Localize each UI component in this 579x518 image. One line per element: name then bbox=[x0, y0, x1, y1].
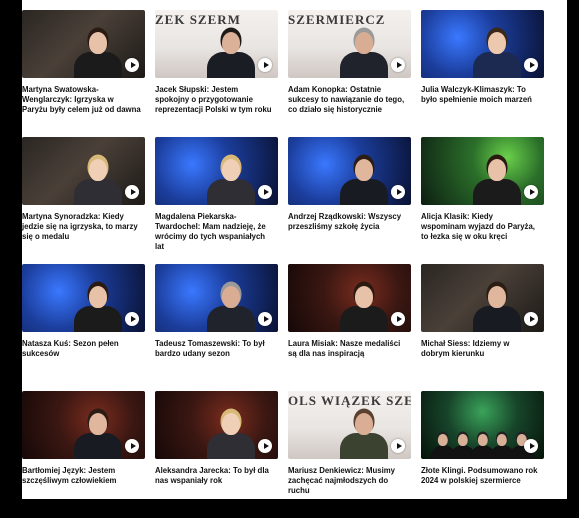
video-thumbnail[interactable]: ZEK SZERM bbox=[155, 10, 278, 78]
video-title-link[interactable]: Mariusz Denkiewicz: Musimy zachęcać najm… bbox=[288, 466, 411, 496]
video-thumbnail[interactable] bbox=[288, 264, 411, 332]
video-title-link[interactable]: Martyna Swatowska-Wenglarczyk: Igrzyska … bbox=[22, 85, 145, 115]
person-figure bbox=[207, 409, 256, 459]
play-icon[interactable] bbox=[524, 312, 538, 326]
play-icon[interactable] bbox=[125, 439, 139, 453]
person-figure bbox=[340, 28, 389, 78]
video-title-link[interactable]: Michał Siess: Idziemy w dobrym kierunku bbox=[421, 339, 544, 359]
video-title-link[interactable]: Alicja Klasik: Kiedy wspominam wyjazd do… bbox=[421, 212, 544, 242]
play-icon[interactable] bbox=[391, 439, 405, 453]
video-card[interactable]: SZERMIERCZ Adam Konopka: Ostatnie sukcesy… bbox=[288, 10, 411, 130]
play-icon[interactable] bbox=[258, 312, 272, 326]
video-thumbnail[interactable] bbox=[22, 391, 145, 459]
video-title-link[interactable]: Tadeusz Tomaszewski: To był bardzo udany… bbox=[155, 339, 278, 359]
play-icon[interactable] bbox=[391, 312, 405, 326]
play-icon[interactable] bbox=[258, 58, 272, 72]
video-card[interactable]: Złote Klingi. Podsumowano rok 2024 w pol… bbox=[421, 391, 544, 511]
video-card[interactable]: Tadeusz Tomaszewski: To był bardzo udany… bbox=[155, 264, 278, 384]
video-title-link[interactable]: Adam Konopka: Ostatnie sukcesy to nawiąz… bbox=[288, 85, 411, 115]
video-thumbnail[interactable] bbox=[421, 391, 544, 459]
person-figure bbox=[473, 282, 522, 332]
video-card[interactable]: Michał Siess: Idziemy w dobrym kierunku bbox=[421, 264, 544, 384]
person-figure bbox=[340, 409, 389, 459]
play-icon[interactable] bbox=[391, 58, 405, 72]
play-icon[interactable] bbox=[258, 439, 272, 453]
video-thumbnail[interactable] bbox=[288, 137, 411, 205]
video-card[interactable]: Martyna Synoradzka: Kiedy jedzie się na … bbox=[22, 137, 145, 257]
video-title-link[interactable]: Julia Walczyk-Klimaszyk: To było spełnie… bbox=[421, 85, 544, 105]
video-thumbnail[interactable] bbox=[22, 10, 145, 78]
person-figure bbox=[473, 155, 522, 205]
video-thumbnail[interactable] bbox=[421, 137, 544, 205]
video-thumbnail[interactable] bbox=[155, 264, 278, 332]
video-title-link[interactable]: Aleksandra Jarecka: To był dla nas wspan… bbox=[155, 466, 278, 486]
video-card[interactable]: Alicja Klasik: Kiedy wspominam wyjazd do… bbox=[421, 137, 544, 257]
video-thumbnail[interactable]: SZERMIERCZ bbox=[288, 10, 411, 78]
play-icon[interactable] bbox=[125, 58, 139, 72]
video-card[interactable]: OLS WIĄZEK SZERMI Mariusz Denkiewicz: Mus… bbox=[288, 391, 411, 511]
video-card[interactable]: Natasza Kuś: Sezon pełen sukcesów bbox=[22, 264, 145, 384]
person-figure bbox=[340, 155, 389, 205]
video-card[interactable]: Laura Misiak: Nasze medaliści są dla nas… bbox=[288, 264, 411, 384]
person-figure bbox=[207, 155, 256, 205]
play-icon[interactable] bbox=[524, 185, 538, 199]
video-card[interactable]: ZEK SZERM Jacek Słupski: Jestem spokojny … bbox=[155, 10, 278, 130]
video-title-link[interactable]: Jacek Słupski: Jestem spokojny o przygot… bbox=[155, 85, 278, 115]
video-title-link[interactable]: Natasza Kuś: Sezon pełen sukcesów bbox=[22, 339, 145, 359]
video-title-link[interactable]: Bartłomiej Język: Jestem szczęśliwym czł… bbox=[22, 466, 145, 486]
video-card[interactable]: Bartłomiej Język: Jestem szczęśliwym czł… bbox=[22, 391, 145, 511]
video-title-link[interactable]: Złote Klingi. Podsumowano rok 2024 w pol… bbox=[421, 466, 544, 486]
person-figure bbox=[74, 28, 123, 78]
video-title-link[interactable]: Martyna Synoradzka: Kiedy jedzie się na … bbox=[22, 212, 145, 242]
play-icon[interactable] bbox=[524, 58, 538, 72]
play-icon[interactable] bbox=[524, 439, 538, 453]
play-icon[interactable] bbox=[125, 312, 139, 326]
banner-text: SZERMIERCZ bbox=[288, 12, 386, 27]
person-figure bbox=[74, 282, 123, 332]
video-card[interactable]: Magdalena Piekarska-Twardochel: Mam nadz… bbox=[155, 137, 278, 257]
video-card[interactable]: Martyna Swatowska-Wenglarczyk: Igrzyska … bbox=[22, 10, 145, 130]
video-title-link[interactable]: Magdalena Piekarska-Twardochel: Mam nadz… bbox=[155, 212, 278, 252]
banner-text: OLS WIĄZEK SZERMI bbox=[288, 393, 411, 408]
video-thumbnail[interactable] bbox=[155, 137, 278, 205]
play-icon[interactable] bbox=[391, 185, 405, 199]
video-thumbnail[interactable] bbox=[22, 137, 145, 205]
banner-text: ZEK SZERM bbox=[155, 12, 241, 27]
video-thumbnail[interactable] bbox=[421, 10, 544, 78]
video-title-link[interactable]: Laura Misiak: Nasze medaliści są dla nas… bbox=[288, 339, 411, 359]
video-thumbnail[interactable] bbox=[22, 264, 145, 332]
person-figure bbox=[74, 409, 123, 459]
play-icon[interactable] bbox=[125, 185, 139, 199]
person-figure bbox=[340, 282, 389, 332]
video-card[interactable]: Andrzej Rządkowski: Wszyscy przeszliśmy … bbox=[288, 137, 411, 257]
person-figure bbox=[207, 282, 256, 332]
video-title-link[interactable]: Andrzej Rządkowski: Wszyscy przeszliśmy … bbox=[288, 212, 411, 232]
person-figure bbox=[74, 155, 123, 205]
video-thumbnail[interactable] bbox=[155, 391, 278, 459]
video-thumbnail[interactable] bbox=[421, 264, 544, 332]
video-grid: Martyna Swatowska-Wenglarczyk: Igrzyska … bbox=[22, 10, 546, 518]
person-figure bbox=[473, 28, 522, 78]
video-card[interactable]: Julia Walczyk-Klimaszyk: To było spełnie… bbox=[421, 10, 544, 130]
play-icon[interactable] bbox=[258, 185, 272, 199]
person-figure bbox=[207, 28, 256, 78]
video-thumbnail[interactable]: OLS WIĄZEK SZERMI bbox=[288, 391, 411, 459]
video-card[interactable]: Aleksandra Jarecka: To był dla nas wspan… bbox=[155, 391, 278, 511]
